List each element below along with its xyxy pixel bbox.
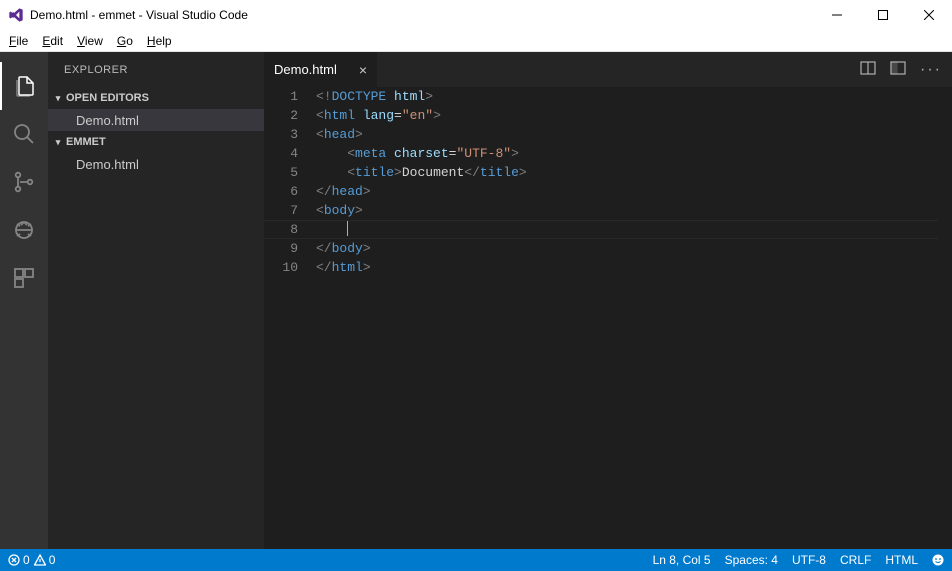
tab-close-icon[interactable]: × (359, 62, 367, 78)
error-icon (8, 554, 20, 566)
window-titlebar: Demo.html - emmet - Visual Studio Code (0, 0, 952, 30)
code-line[interactable]: <head> (316, 125, 938, 144)
extensions-icon (12, 266, 36, 290)
line-number: 5 (264, 163, 298, 182)
debug-icon (12, 218, 36, 242)
menu-file[interactable]: File (2, 32, 35, 50)
chevron-down-icon: ▾ (52, 137, 64, 148)
split-editor-icon[interactable] (860, 60, 876, 79)
warning-icon (34, 554, 46, 566)
activity-explorer[interactable] (0, 62, 48, 110)
code-line[interactable]: </head> (316, 182, 938, 201)
line-number: 9 (264, 239, 298, 258)
more-actions-icon[interactable]: ··· (920, 61, 942, 79)
code-line[interactable]: <html lang="en"> (316, 106, 938, 125)
window-close-button[interactable] (906, 0, 952, 30)
editor-actions: ··· (850, 52, 952, 87)
code-line[interactable]: <title>Document</title> (316, 163, 938, 182)
open-editor-label: Demo.html (76, 113, 139, 128)
line-number: 6 (264, 182, 298, 201)
line-number: 3 (264, 125, 298, 144)
line-number: 2 (264, 106, 298, 125)
status-bar: 0 0 Ln 8, Col 5 Spaces: 4 UTF-8 CRLF HTM… (0, 549, 952, 571)
window-title: Demo.html - emmet - Visual Studio Code (30, 8, 814, 22)
tab-label: Demo.html (274, 62, 337, 77)
source-control-icon (12, 170, 36, 194)
activity-search[interactable] (0, 110, 48, 158)
code-line[interactable]: </html> (316, 258, 938, 277)
editor-scrollbar[interactable] (938, 87, 952, 549)
chevron-down-icon: ▾ (52, 93, 64, 104)
section-folder[interactable]: ▾ EMMET (48, 131, 264, 153)
editor-body[interactable]: 12345678910 <!DOCTYPE html><html lang="e… (264, 87, 952, 549)
activity-extensions[interactable] (0, 254, 48, 302)
status-indentation[interactable]: Spaces: 4 (725, 553, 778, 567)
status-feedback-icon[interactable] (932, 554, 944, 566)
window-maximize-button[interactable] (860, 0, 906, 30)
editor-area: Demo.html × ··· 12345678910 <!DOCTYPE ht… (264, 52, 952, 549)
code-line[interactable]: <!DOCTYPE html> (316, 87, 938, 106)
code-content[interactable]: <!DOCTYPE html><html lang="en"><head> <m… (316, 87, 938, 549)
smiley-icon (932, 554, 944, 566)
line-number: 4 (264, 144, 298, 163)
line-number: 8 (264, 220, 298, 239)
files-icon (13, 74, 37, 98)
status-cursor-position[interactable]: Ln 8, Col 5 (653, 553, 711, 567)
menu-help[interactable]: Help (140, 32, 179, 50)
vscode-logo-icon (8, 7, 24, 23)
line-number: 10 (264, 258, 298, 277)
sidebar-title: EXPLORER (48, 52, 264, 87)
menu-bar: File Edit View Go Help (0, 30, 952, 52)
code-line[interactable]: <body> (316, 201, 938, 220)
tab-active[interactable]: Demo.html × (264, 52, 378, 87)
code-line[interactable] (316, 220, 938, 239)
app-body: EXPLORER ▾ OPEN EDITORS Demo.html ▾ EMME… (0, 52, 952, 549)
toggle-layout-icon[interactable] (890, 60, 906, 79)
section-open-editors[interactable]: ▾ OPEN EDITORS (48, 87, 264, 109)
status-language[interactable]: HTML (885, 553, 918, 567)
line-number: 1 (264, 87, 298, 106)
status-eol[interactable]: CRLF (840, 553, 871, 567)
menu-go[interactable]: Go (110, 32, 140, 50)
file-tree-item[interactable]: Demo.html (48, 153, 264, 175)
menu-view[interactable]: View (70, 32, 110, 50)
text-cursor (347, 221, 348, 236)
open-editor-item[interactable]: Demo.html (48, 109, 264, 131)
tabs-row: Demo.html × ··· (264, 52, 952, 87)
section-label: OPEN EDITORS (66, 92, 149, 104)
menu-edit[interactable]: Edit (35, 32, 70, 50)
status-errors[interactable]: 0 (8, 553, 30, 567)
search-icon (12, 122, 36, 146)
status-warnings[interactable]: 0 (34, 553, 56, 567)
activity-bar (0, 52, 48, 549)
code-line[interactable]: <meta charset="UTF-8"> (316, 144, 938, 163)
sidebar: EXPLORER ▾ OPEN EDITORS Demo.html ▾ EMME… (48, 52, 264, 549)
line-number-gutter: 12345678910 (264, 87, 316, 549)
activity-debug[interactable] (0, 206, 48, 254)
file-tree-label: Demo.html (76, 157, 139, 172)
window-minimize-button[interactable] (814, 0, 860, 30)
status-encoding[interactable]: UTF-8 (792, 553, 826, 567)
line-number: 7 (264, 201, 298, 220)
activity-scm[interactable] (0, 158, 48, 206)
section-label: EMMET (66, 136, 106, 148)
code-line[interactable]: </body> (316, 239, 938, 258)
